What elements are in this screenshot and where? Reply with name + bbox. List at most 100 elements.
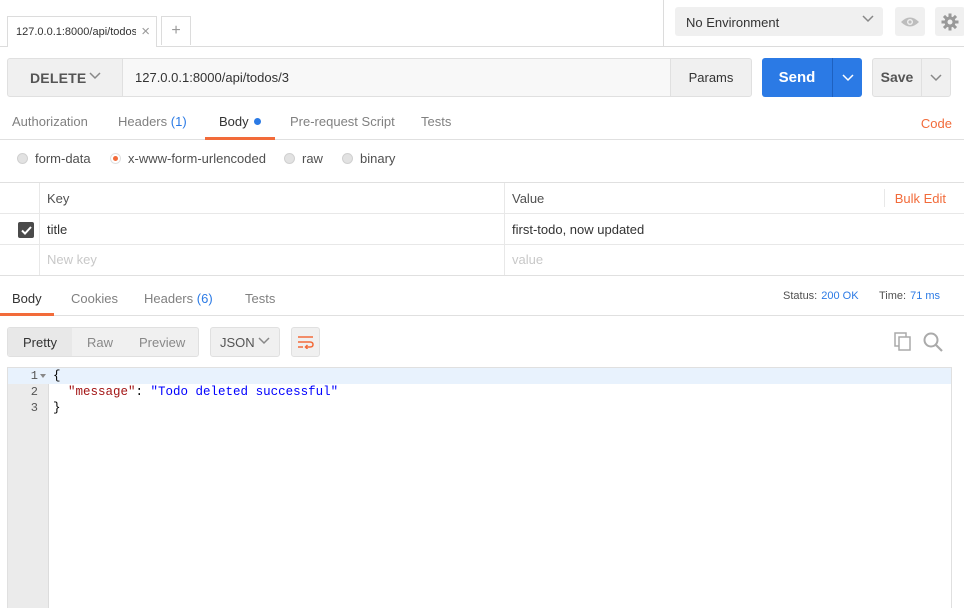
row-enabled-checkbox[interactable]: [18, 222, 34, 238]
environment-quick-look-button[interactable]: [895, 7, 925, 36]
response-panel: Body Cookies Headers (6) Tests Status: 20…: [0, 275, 964, 608]
request-tab[interactable]: 127.0.0.1:8000/api/todos/3 ×: [7, 16, 157, 47]
status-readout: Status: 200 OK: [783, 290, 859, 302]
response-tab-tests[interactable]: Tests: [245, 291, 275, 306]
gear-icon: [941, 13, 959, 30]
row-value[interactable]: first-todo, now updated: [504, 214, 964, 244]
response-tabs: Body Cookies Headers (6) Tests Status: 20…: [0, 276, 964, 316]
fold-arrow-icon[interactable]: [40, 374, 46, 378]
bulk-edit-link[interactable]: Bulk Edit: [895, 191, 946, 206]
tab-pre-request-script[interactable]: Pre-request Script: [290, 114, 395, 129]
search-icon[interactable]: [923, 332, 943, 352]
body-indicator-dot: [253, 118, 261, 125]
new-key-input[interactable]: New key: [47, 252, 97, 267]
json-key: "message": [68, 385, 136, 399]
view-pretty-button[interactable]: Pretty: [23, 335, 57, 350]
radio-button: [284, 153, 295, 164]
tab-body[interactable]: Body: [219, 114, 261, 129]
line-number: 3: [30, 401, 38, 415]
view-raw-button[interactable]: Raw: [87, 335, 113, 350]
save-options-button[interactable]: [921, 58, 951, 97]
chevron-down-icon: [930, 73, 942, 81]
code-link[interactable]: Code: [921, 116, 952, 131]
response-tab-headers-label: Headers: [144, 291, 194, 306]
radio-label: raw: [302, 151, 323, 166]
format-select[interactable]: JSON: [210, 327, 280, 357]
tab-bar: 127.0.0.1:8000/api/todos/3 × + No Enviro…: [0, 0, 964, 47]
status-value: 200 OK: [821, 290, 859, 302]
method-select[interactable]: DELETE: [7, 58, 123, 97]
new-tab-button[interactable]: +: [161, 16, 191, 45]
code-text: {: [53, 369, 61, 383]
url-input[interactable]: [123, 58, 671, 97]
settings-button[interactable]: [935, 7, 964, 36]
checkbox-column: [0, 183, 40, 213]
new-value-placeholder: value: [512, 252, 544, 267]
key-column-header: Key: [47, 191, 70, 206]
table-row: title first-todo, now updated: [0, 214, 964, 245]
format-label: JSON: [220, 335, 255, 350]
code-line: 2 "message": "Todo deleted successful": [8, 384, 951, 400]
radio-raw[interactable]: raw: [284, 151, 323, 166]
check-icon: [20, 225, 32, 235]
tab-body-label: Body: [219, 114, 249, 129]
radio-form-data[interactable]: form-data: [17, 151, 91, 166]
send-options-button[interactable]: [832, 58, 862, 97]
close-tab-icon[interactable]: ×: [141, 23, 150, 40]
checkbox-column: [0, 244, 40, 275]
chevron-down-icon: [89, 72, 101, 80]
save-button[interactable]: Save: [872, 58, 922, 97]
response-body-editor[interactable]: 1 { 2 "message": "Todo deleted successfu…: [7, 367, 952, 608]
environment-select[interactable]: No Environment: [675, 7, 883, 36]
code-text: "message": "Todo deleted successful": [53, 384, 338, 400]
radio-label: x-www-form-urlencoded: [128, 151, 266, 166]
json-separator: :: [135, 385, 151, 399]
eye-icon: [901, 17, 919, 26]
response-tab-headers[interactable]: Headers (6): [144, 291, 213, 306]
radio-button: [342, 153, 353, 164]
checkbox-column: [0, 214, 40, 244]
divider: [884, 189, 885, 207]
code-line: 3 }: [8, 400, 951, 416]
headers-count: (1): [170, 114, 187, 129]
send-button[interactable]: Send: [762, 58, 832, 97]
time-readout: Time: 71 ms: [879, 290, 940, 302]
value-column-header-label: Value: [512, 191, 545, 206]
wrap-lines-button[interactable]: [291, 327, 320, 357]
request-tabs: Authorization Headers (1) Body Pre-reque…: [0, 105, 964, 140]
time-label: Time:: [879, 290, 907, 302]
environment-area: No Environment: [663, 0, 964, 47]
radio-x-www-form-urlencoded[interactable]: x-www-form-urlencoded: [110, 151, 266, 166]
table-header: Key Value Bulk Edit: [0, 183, 964, 214]
tab-authorization[interactable]: Authorization: [12, 114, 88, 129]
new-row: New key value: [0, 244, 964, 275]
radio-label: form-data: [35, 151, 91, 166]
row-key[interactable]: title: [47, 222, 67, 237]
code-text: }: [53, 401, 61, 415]
tab-tests[interactable]: Tests: [421, 114, 451, 129]
line-number: 1: [30, 369, 38, 383]
view-preview-button[interactable]: Preview: [139, 335, 185, 350]
tab-headers[interactable]: Headers (1): [118, 114, 187, 129]
response-tab-body[interactable]: Body: [12, 291, 42, 306]
radio-button: [17, 153, 28, 164]
row-value-text: first-todo, now updated: [512, 222, 645, 237]
wrap-icon: [297, 336, 314, 349]
radio-button-selected: [110, 153, 121, 164]
tab-headers-label: Headers: [118, 114, 168, 129]
time-value: 71 ms: [910, 290, 941, 302]
radio-binary[interactable]: binary: [342, 151, 395, 166]
line-number: 2: [30, 385, 38, 399]
active-tab-underline: [0, 313, 54, 316]
radio-label: binary: [360, 151, 396, 166]
response-headers-count: (6): [196, 291, 213, 306]
chevron-down-icon: [258, 337, 270, 345]
params-button[interactable]: Params: [670, 58, 752, 97]
status-label: Status:: [783, 290, 818, 302]
chevron-down-icon: [862, 15, 874, 23]
response-tab-cookies[interactable]: Cookies: [71, 291, 118, 306]
new-value-input[interactable]: value: [504, 244, 964, 275]
chevron-down-icon: [841, 73, 854, 81]
code-line: 1 {: [8, 368, 951, 384]
copy-icon[interactable]: [894, 332, 912, 351]
